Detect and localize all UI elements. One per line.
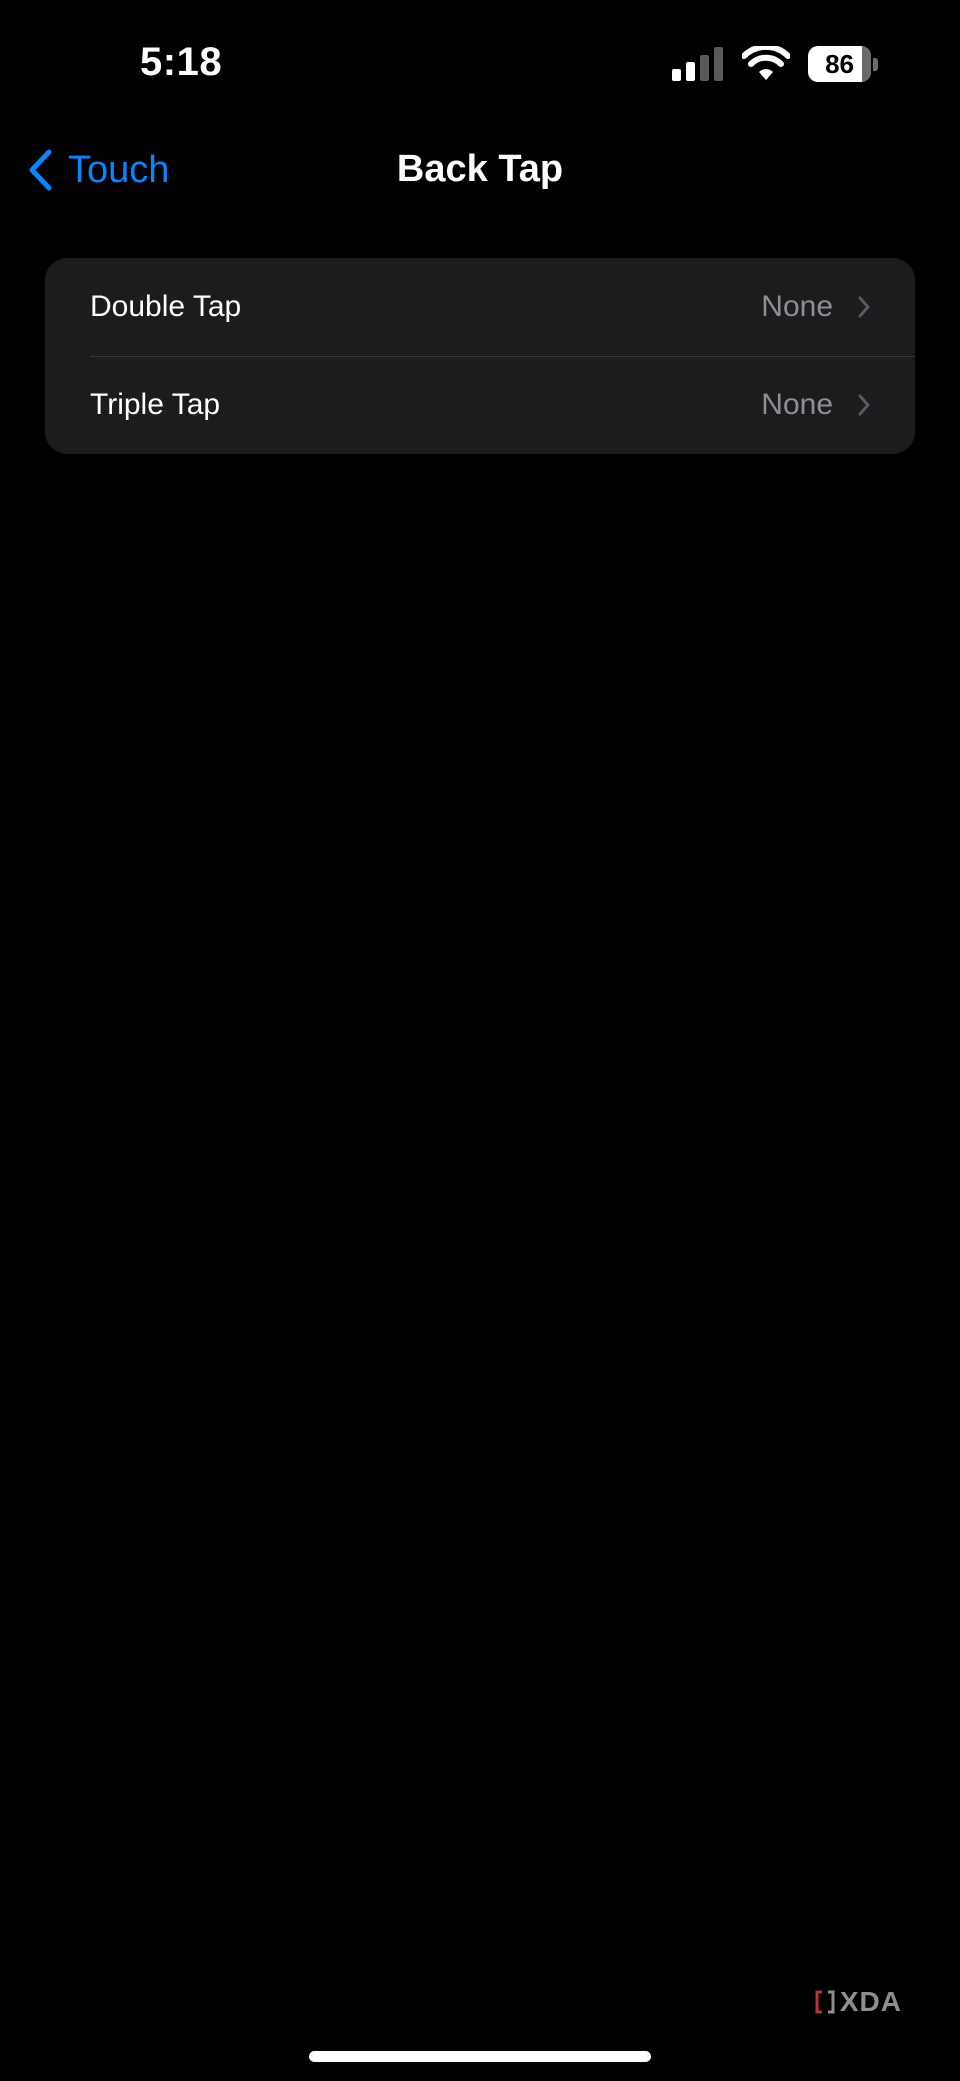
battery-cap	[873, 57, 878, 71]
battery-icon: 86	[808, 46, 878, 82]
xda-watermark: XDA	[814, 1986, 902, 2018]
triple-tap-label: Triple Tap	[90, 388, 221, 421]
status-icons: 86	[672, 44, 878, 84]
status-bar: 5:18 86	[0, 0, 960, 130]
back-tap-settings-group: Double Tap None Triple Tap None	[45, 258, 915, 454]
chevron-left-icon	[29, 149, 52, 191]
back-button[interactable]: Touch	[26, 142, 169, 198]
cellular-signal-icon	[672, 47, 723, 81]
double-tap-value: None	[761, 290, 833, 323]
triple-tap-value: None	[761, 388, 833, 421]
chevron-right-icon	[858, 394, 870, 416]
settings-screen: 5:18 86 Back Tap Touch Double Tap None T…	[0, 0, 960, 2081]
xda-mark-icon	[815, 1990, 835, 2014]
battery-body: 86	[808, 46, 872, 82]
home-indicator[interactable]	[309, 2051, 651, 2062]
back-button-label: Touch	[68, 148, 170, 191]
navigation-bar: Back Tap Touch	[0, 130, 960, 210]
chevron-right-icon	[858, 296, 870, 318]
status-time: 5:18	[140, 40, 223, 84]
battery-level: 86	[825, 48, 854, 79]
double-tap-label: Double Tap	[90, 290, 242, 323]
battery-empty-portion	[862, 46, 872, 82]
triple-tap-row[interactable]: Triple Tap None	[45, 356, 915, 454]
double-tap-row[interactable]: Double Tap None	[45, 258, 915, 356]
watermark-text: XDA	[839, 1986, 902, 2017]
wifi-icon	[742, 46, 790, 80]
